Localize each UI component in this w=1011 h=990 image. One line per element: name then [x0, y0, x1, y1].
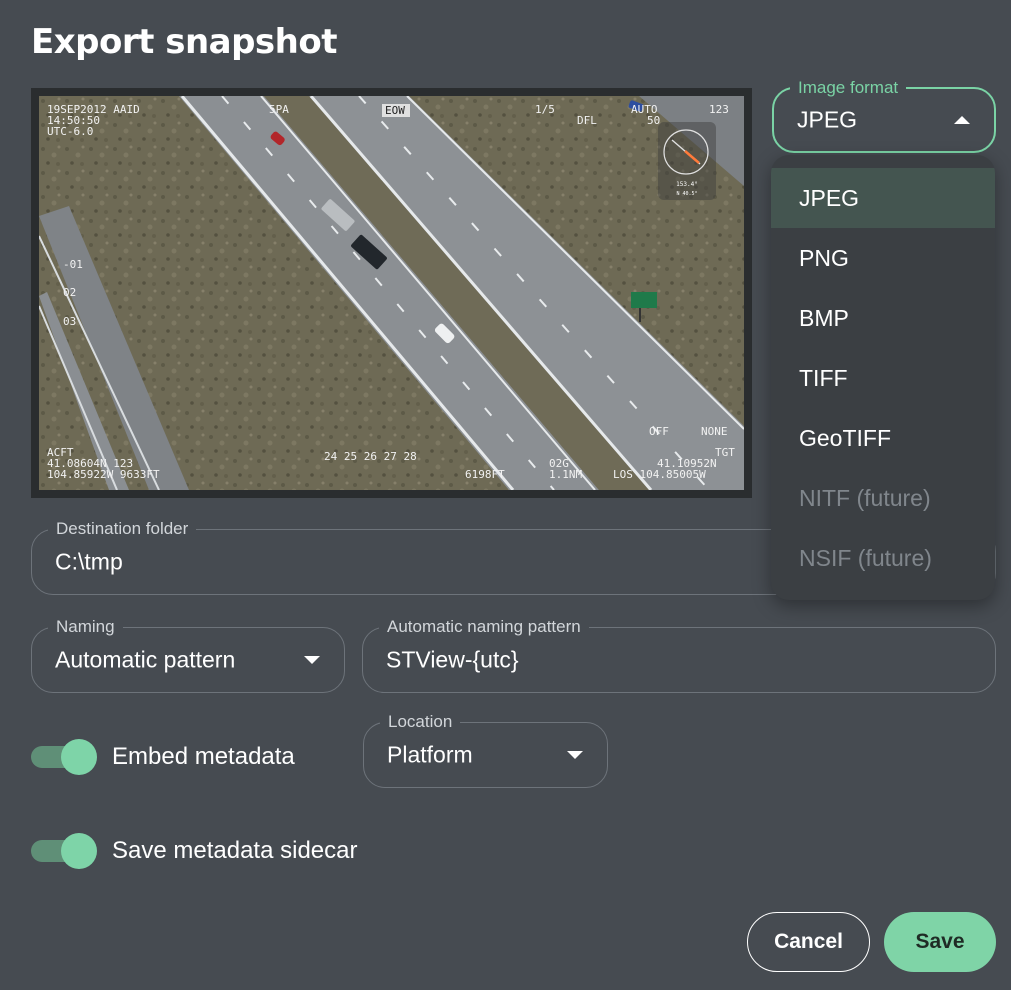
snapshot-preview: 153.4° N 40.5° 19SEP2012 AAID 14:50:50 U…	[31, 88, 752, 498]
embed-metadata-toggle[interactable]	[31, 739, 97, 775]
compass-heading: 153.4°	[676, 181, 698, 188]
image-format-value: JPEG	[797, 106, 858, 133]
cancel-button[interactable]: Cancel	[747, 912, 870, 972]
location-label: Location	[380, 711, 461, 733]
hud-code: 123	[709, 103, 729, 116]
hud-sensor: EOW	[385, 104, 405, 117]
hud-fov: 1/5	[535, 103, 555, 116]
destination-folder-value[interactable]: C:\tmp	[55, 549, 123, 576]
dialog-title: Export snapshot	[31, 22, 338, 62]
hud-none: NONE	[701, 425, 728, 438]
naming-pattern-label: Automatic naming pattern	[379, 616, 589, 638]
format-option-geotiff[interactable]: GeoTIFF	[771, 408, 995, 468]
naming-label: Naming	[48, 616, 123, 638]
format-option-tiff[interactable]: TIFF	[771, 348, 995, 408]
hud-fifty: 50	[647, 114, 660, 127]
location-value: Platform	[387, 741, 473, 768]
embed-metadata-label: Embed metadata	[112, 743, 295, 770]
hud-lon: 104.85922W 9633FT	[47, 468, 160, 481]
format-option-bmp[interactable]: BMP	[771, 288, 995, 348]
hud-rng-b: 1.1NM	[549, 468, 582, 481]
hud-mode: 5PA	[269, 103, 289, 116]
hud-tick-2: 02	[63, 286, 76, 299]
hud-dfl: DFL	[577, 114, 597, 127]
hud-tgt-lon: LOS 104.85005W	[613, 468, 706, 481]
image-format-menu: JPEG PNG BMP TIFF GeoTIFF NITF (future) …	[771, 155, 995, 600]
location-select[interactable]: Location Platform	[363, 711, 608, 788]
format-option-jpeg[interactable]: JPEG	[771, 168, 995, 228]
hud-tick-1: -01	[63, 258, 83, 271]
hud-tgt: TGT	[715, 446, 735, 459]
hud-scale: 24 25 26 27 28	[324, 450, 417, 463]
image-format-select[interactable]: Image format JPEG	[772, 77, 996, 153]
format-option-nitf: NITF (future)	[799, 485, 931, 511]
naming-select[interactable]: Naming Automatic pattern	[31, 616, 345, 693]
hud-tick-3: 03	[63, 315, 76, 328]
video-frame-image: 153.4° N 40.5° 19SEP2012 AAID 14:50:50 U…	[39, 96, 744, 490]
naming-value: Automatic pattern	[55, 646, 236, 673]
hud-utc: UTC-6.0	[47, 125, 93, 138]
toggle-knob	[61, 739, 97, 775]
save-sidecar-label: Save metadata sidecar	[112, 837, 358, 864]
naming-pattern-value[interactable]: STView-{utc}	[386, 647, 519, 674]
toggle-knob	[61, 833, 97, 869]
compass-sub: N 40.5°	[676, 191, 697, 197]
image-format-label: Image format	[790, 77, 907, 99]
chevron-down-icon	[304, 656, 320, 664]
destination-folder-label: Destination folder	[48, 518, 197, 540]
hud-off: OFF	[649, 425, 669, 438]
naming-pattern-field[interactable]: Automatic naming pattern STView-{utc}	[362, 616, 996, 693]
caret-up-icon	[954, 116, 970, 124]
format-option-nsif: NSIF (future)	[799, 545, 932, 571]
save-sidecar-toggle[interactable]	[31, 833, 97, 869]
hud-alt: 6198FT	[465, 468, 505, 481]
chevron-down-icon	[567, 751, 583, 759]
save-button[interactable]: Save	[884, 912, 996, 972]
format-option-png[interactable]: PNG	[771, 228, 995, 288]
